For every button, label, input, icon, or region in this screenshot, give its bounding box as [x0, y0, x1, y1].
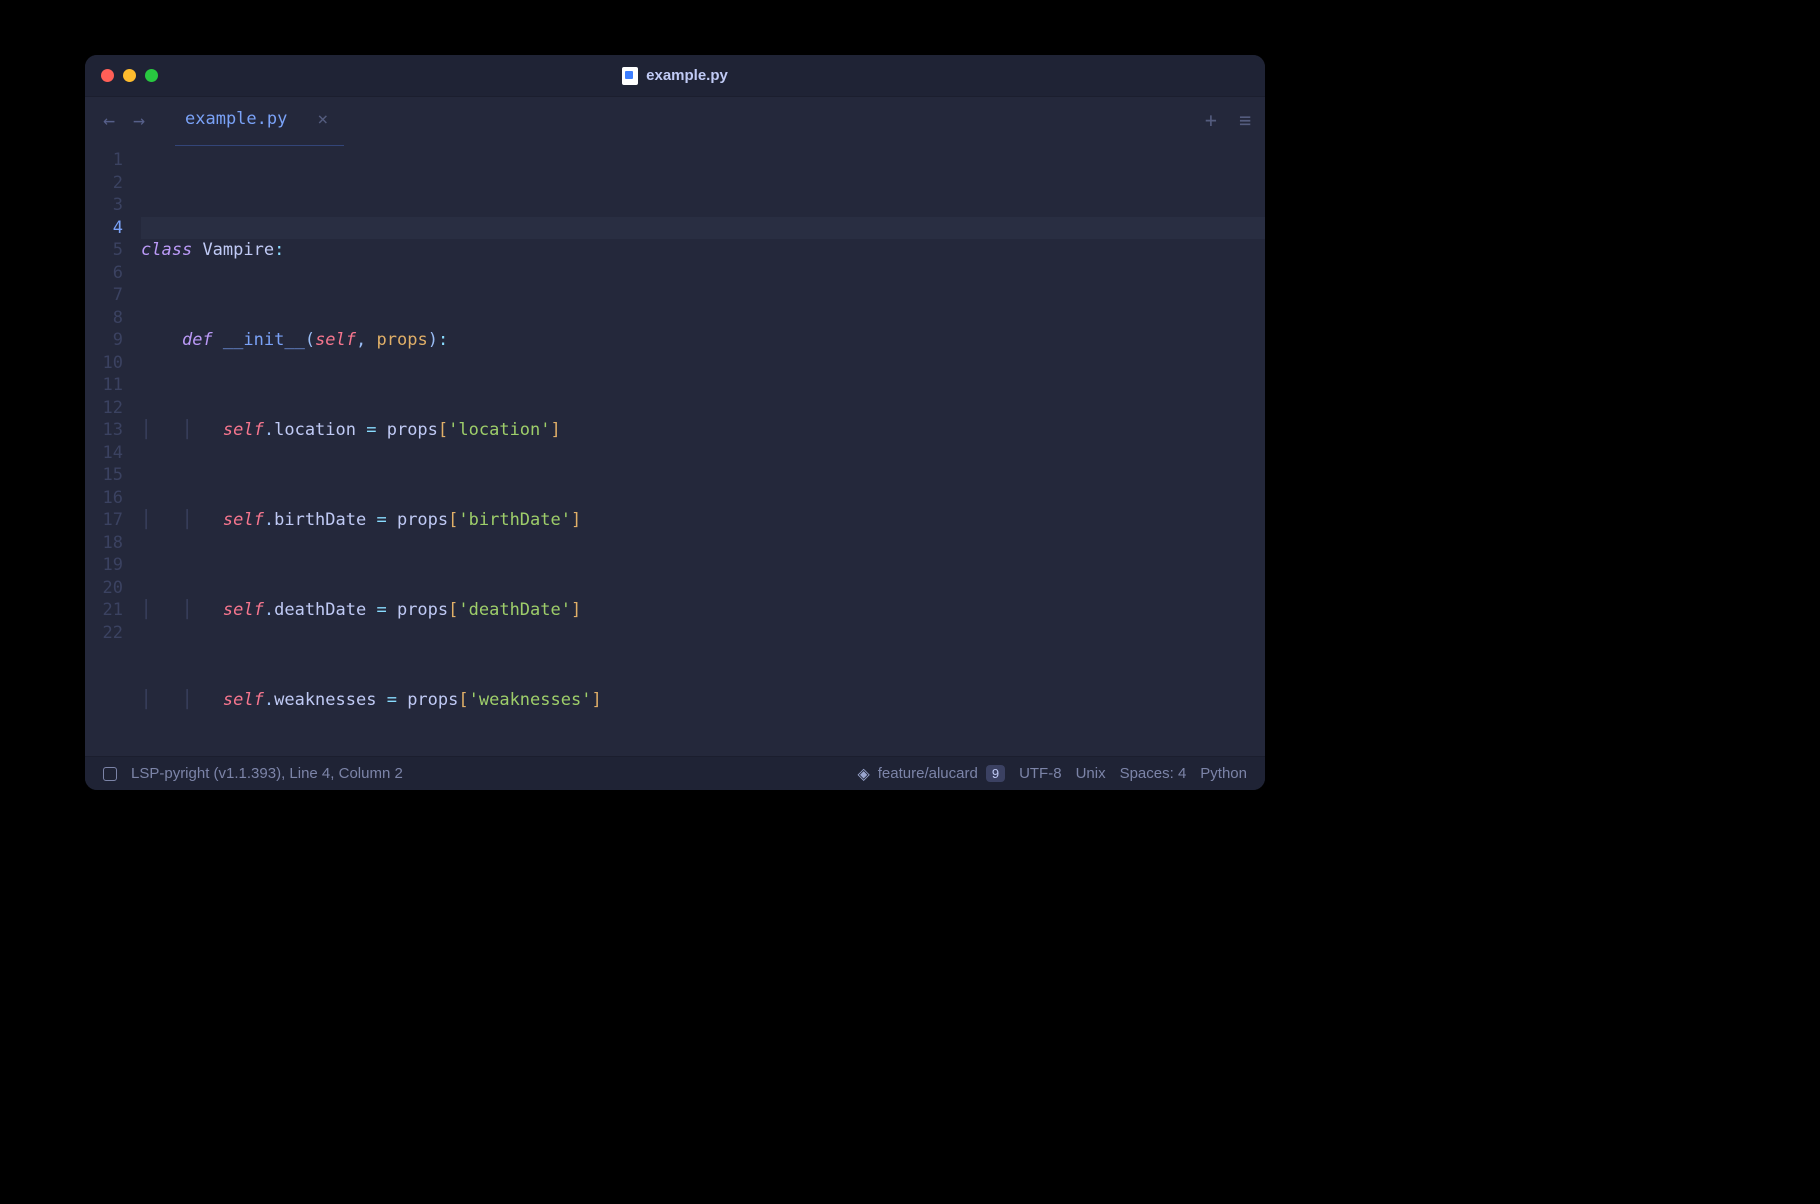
editor[interactable]: 12345678910111213141516171819202122 clas… [85, 143, 1265, 756]
line-number: 3 [85, 194, 123, 217]
branch-icon: ◈ [857, 764, 869, 784]
line-number: 20 [85, 577, 123, 600]
window-title: example.py [85, 67, 1265, 85]
line-number: 6 [85, 262, 123, 285]
tab-bar-actions: + ≡ [1205, 108, 1251, 132]
line-number: 21 [85, 599, 123, 622]
gutter: 12345678910111213141516171819202122 [85, 143, 141, 756]
nav-back-icon[interactable]: ← [99, 110, 119, 130]
status-line-ending[interactable]: Unix [1076, 765, 1106, 782]
editor-window: example.py ← → example.py × + ≡ 12345678… [85, 55, 1265, 790]
minimize-window-button[interactable] [123, 69, 136, 82]
nav-forward-icon[interactable]: → [129, 110, 149, 130]
code-line[interactable]: def __init__(self, props): [141, 329, 1265, 352]
status-bar: LSP-pyright (v1.1.393), Line 4, Column 2… [85, 756, 1265, 790]
status-branch[interactable]: ◈ feature/alucard 9 [857, 764, 1005, 784]
tab-bar: ← → example.py × + ≡ [85, 97, 1265, 143]
window-title-text: example.py [646, 67, 728, 84]
line-number: 16 [85, 487, 123, 510]
line-number: 10 [85, 352, 123, 375]
status-syntax[interactable]: Python [1200, 765, 1247, 782]
nav-arrows: ← → [99, 110, 149, 130]
line-number: 13 [85, 419, 123, 442]
panel-icon[interactable] [103, 767, 117, 781]
traffic-lights [85, 69, 158, 82]
new-tab-icon[interactable]: + [1205, 108, 1217, 132]
line-number: 7 [85, 284, 123, 307]
line-number: 2 [85, 172, 123, 195]
tab-menu-icon[interactable]: ≡ [1239, 108, 1251, 132]
line-number: 1 [85, 149, 123, 172]
current-line-highlight [141, 217, 1265, 240]
line-number: 9 [85, 329, 123, 352]
line-number: 17 [85, 509, 123, 532]
line-number: 19 [85, 554, 123, 577]
line-number: 14 [85, 442, 123, 465]
titlebar: example.py [85, 55, 1265, 97]
status-encoding[interactable]: UTF-8 [1019, 765, 1062, 782]
close-window-button[interactable] [101, 69, 114, 82]
line-number: 22 [85, 622, 123, 645]
code-line[interactable]: class Vampire: [141, 239, 1265, 262]
tab-close-icon[interactable]: × [317, 109, 328, 130]
maximize-window-button[interactable] [145, 69, 158, 82]
file-icon [622, 67, 638, 85]
branch-name: feature/alucard [878, 765, 978, 782]
branch-badge: 9 [986, 765, 1005, 782]
code-area[interactable]: class Vampire: def __init__(self, props)… [141, 143, 1265, 756]
tab-active[interactable]: example.py × [175, 101, 344, 140]
code-line[interactable]: │ │ self.birthDate = props['birthDate'] [141, 509, 1265, 532]
line-number: 12 [85, 397, 123, 420]
line-number: 15 [85, 464, 123, 487]
line-number: 4 [85, 217, 123, 240]
status-left[interactable]: LSP-pyright (v1.1.393), Line 4, Column 2 [131, 765, 403, 782]
code-line[interactable]: │ │ self.location = props['location'] [141, 419, 1265, 442]
status-indent[interactable]: Spaces: 4 [1120, 765, 1187, 782]
line-number: 11 [85, 374, 123, 397]
line-number: 8 [85, 307, 123, 330]
code-line[interactable]: │ │ self.weaknesses = props['weaknesses'… [141, 689, 1265, 712]
code-line[interactable]: │ │ self.deathDate = props['deathDate'] [141, 599, 1265, 622]
line-number: 5 [85, 239, 123, 262]
tab-label: example.py [185, 109, 287, 129]
line-number: 18 [85, 532, 123, 555]
